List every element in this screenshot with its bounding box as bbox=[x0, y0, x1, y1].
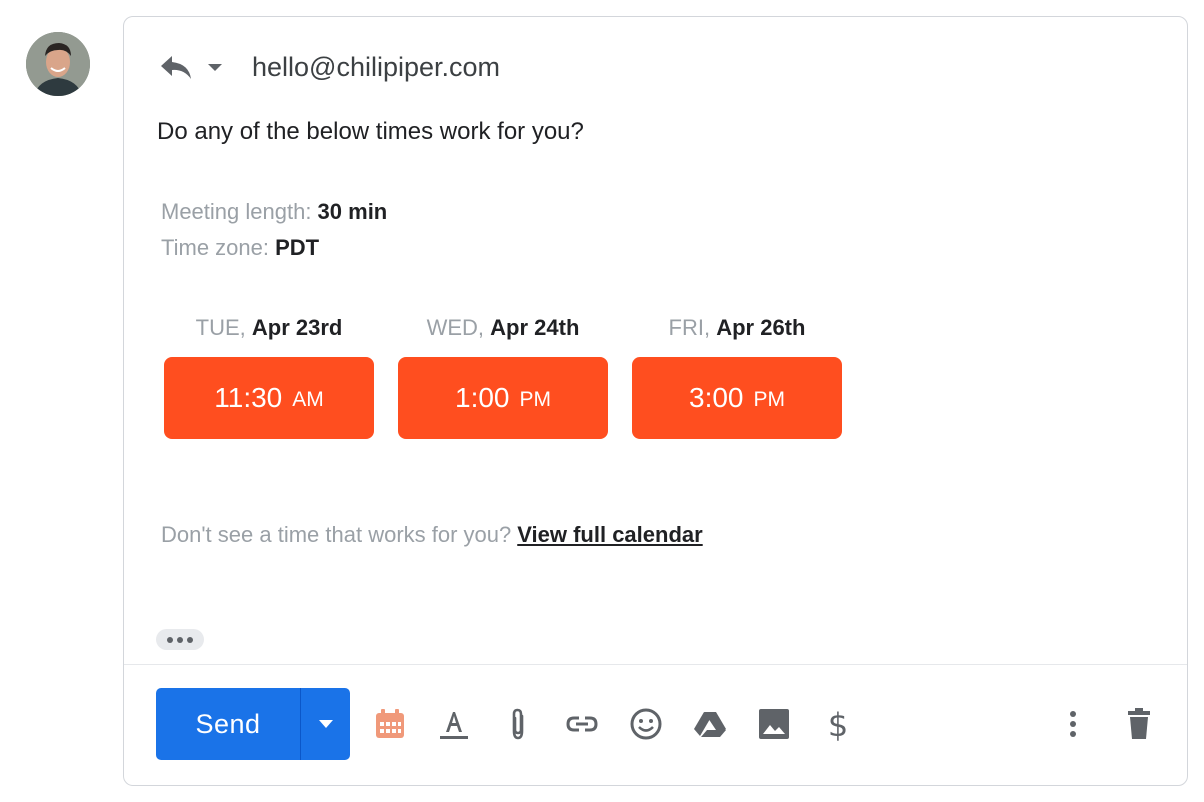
slot-time: 11:30 bbox=[214, 382, 283, 413]
message-question: Do any of the below times work for you? bbox=[157, 118, 584, 145]
send-button-group: Send bbox=[156, 688, 350, 760]
divider bbox=[124, 664, 1187, 665]
recipient-address[interactable]: hello@chilipiper.com bbox=[252, 52, 500, 83]
slot-day: FRI, Apr 26th bbox=[632, 313, 842, 343]
dot bbox=[177, 636, 183, 643]
slot-day: WED, Apr 24th bbox=[398, 313, 608, 343]
meeting-length: Meeting length: 30 min bbox=[161, 199, 387, 225]
right-tools bbox=[1055, 706, 1157, 742]
show-trimmed-content-button[interactable] bbox=[156, 629, 204, 650]
trash-icon[interactable] bbox=[1121, 706, 1157, 742]
dot bbox=[187, 636, 193, 643]
time-slot: WED, Apr 24th 1:00 PM bbox=[398, 313, 608, 439]
time-slots: TUE, Apr 23rd 11:30 AM WED, Apr 24th 1:00… bbox=[164, 313, 842, 439]
caret-down-icon[interactable] bbox=[206, 58, 224, 76]
slot-weekday: TUE, bbox=[195, 315, 252, 340]
meeting-length-label: Meeting length: bbox=[161, 199, 318, 224]
slot-weekday: WED, bbox=[426, 315, 491, 340]
formatting-tools: $ bbox=[372, 706, 856, 742]
send-button[interactable]: Send bbox=[156, 688, 301, 760]
reply-icon[interactable] bbox=[158, 52, 194, 82]
slot-button[interactable]: 3:00 PM bbox=[632, 357, 842, 439]
view-full-calendar-link[interactable]: View full calendar bbox=[517, 522, 702, 547]
slot-weekday: FRI, bbox=[668, 315, 717, 340]
slot-ampm: PM bbox=[753, 388, 786, 411]
time-zone-label: Time zone: bbox=[161, 235, 276, 260]
attach-icon[interactable] bbox=[500, 706, 536, 742]
slot-date: Apr 24th bbox=[490, 315, 580, 340]
calendar-icon[interactable] bbox=[372, 706, 408, 742]
slot-date: Apr 26th bbox=[716, 315, 806, 340]
slot-day: TUE, Apr 23rd bbox=[164, 313, 374, 343]
compose-window: hello@chilipiper.com Do any of the below… bbox=[123, 16, 1188, 786]
dot bbox=[167, 636, 173, 643]
time-slot: TUE, Apr 23rd 11:30 AM bbox=[164, 313, 374, 439]
more-options-icon[interactable] bbox=[1055, 706, 1091, 742]
slot-time: 3:00 bbox=[689, 382, 744, 413]
dollar-icon[interactable]: $ bbox=[820, 706, 856, 742]
slot-date: Apr 23rd bbox=[251, 315, 343, 340]
compose-toolbar: Send $ bbox=[156, 688, 1157, 760]
link-icon[interactable] bbox=[564, 706, 600, 742]
slot-time: 1:00 bbox=[455, 382, 510, 413]
time-zone-value: PDT bbox=[275, 235, 320, 260]
no-time-text: Don't see a time that works for you? bbox=[161, 522, 512, 547]
time-zone: Time zone: PDT bbox=[161, 235, 319, 261]
no-time-prompt: Don't see a time that works for you? View… bbox=[161, 522, 703, 548]
slot-ampm: PM bbox=[519, 388, 552, 411]
reply-header: hello@chilipiper.com bbox=[158, 47, 500, 87]
emoji-icon[interactable] bbox=[628, 706, 664, 742]
caret-down-icon bbox=[318, 720, 333, 728]
time-slot: FRI, Apr 26th 3:00 PM bbox=[632, 313, 842, 439]
slot-ampm: AM bbox=[292, 388, 324, 411]
meeting-length-value: 30 min bbox=[317, 199, 388, 224]
slot-button[interactable]: 11:30 AM bbox=[164, 357, 374, 439]
svg-text:$: $ bbox=[828, 706, 848, 742]
image-icon[interactable] bbox=[756, 706, 792, 742]
drive-icon[interactable] bbox=[692, 706, 728, 742]
avatar bbox=[26, 32, 90, 96]
slot-button[interactable]: 1:00 PM bbox=[398, 357, 608, 439]
text-format-icon[interactable] bbox=[436, 706, 472, 742]
send-options-button[interactable] bbox=[301, 688, 350, 760]
